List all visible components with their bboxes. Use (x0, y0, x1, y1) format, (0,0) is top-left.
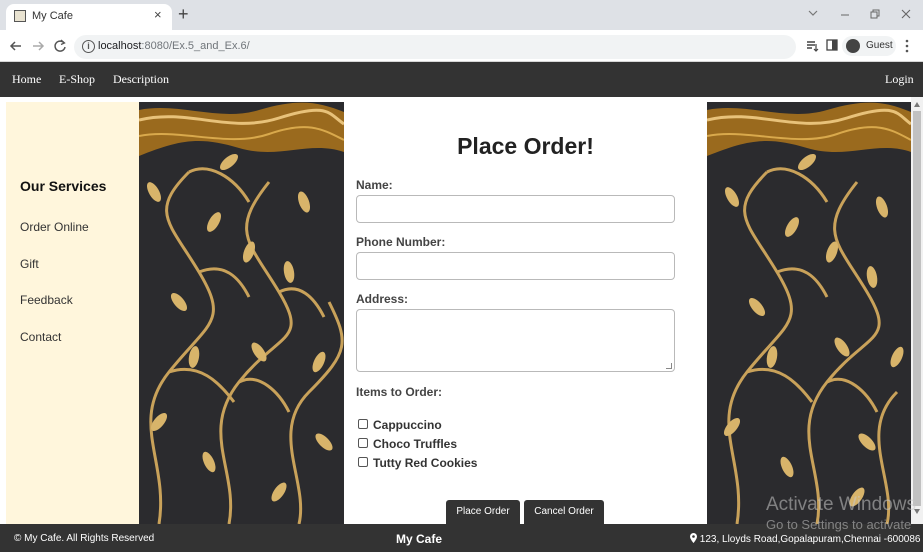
scroll-up-icon[interactable] (914, 102, 920, 107)
items-label: Items to Order: (356, 385, 443, 399)
name-input[interactable] (356, 195, 675, 223)
address-textarea[interactable] (356, 309, 675, 372)
browser-tabbar: My Cafe × + (0, 0, 923, 30)
side-panel-icon[interactable] (826, 39, 838, 51)
location-pin-icon (690, 533, 697, 543)
order-form: Place Order! Name: Phone Number: Address… (344, 102, 707, 524)
page-content: Our Services Order Online Gift Feedback … (0, 97, 911, 524)
nav-home-link[interactable]: Home (12, 72, 41, 87)
sidebar-item-gift[interactable]: Gift (20, 257, 39, 271)
close-window-icon[interactable] (901, 9, 911, 19)
place-order-button[interactable]: Place Order (446, 500, 520, 524)
reading-list-icon[interactable] (806, 39, 819, 52)
back-arrow-icon[interactable] (9, 39, 23, 53)
nav-login-link[interactable]: Login (885, 72, 914, 87)
reload-icon[interactable] (53, 39, 67, 53)
sidebar-heading: Our Services (20, 178, 107, 194)
name-label: Name: (356, 178, 393, 192)
url-omnibox[interactable]: i localhost:8080/Ex.5_and_Ex.6/ (74, 35, 796, 59)
avatar-icon (846, 39, 860, 53)
url-host: localhost (98, 40, 142, 52)
cancel-order-button[interactable]: Cancel Order (524, 500, 604, 524)
choco-truffles-label[interactable]: Choco Truffles (373, 437, 457, 451)
decorative-pattern-right (707, 102, 911, 524)
sidebar-item-feedback[interactable]: Feedback (20, 293, 73, 307)
info-icon[interactable]: i (82, 40, 95, 53)
activate-windows-subtext: Go to Settings to activate (766, 517, 912, 532)
cappuccino-label[interactable]: Cappuccino (373, 418, 442, 432)
address-label: Address: (356, 292, 409, 306)
scroll-thumb[interactable] (913, 111, 921, 506)
page-scrollbar[interactable] (911, 97, 923, 524)
minimize-icon[interactable] (840, 10, 850, 20)
restore-icon[interactable] (870, 9, 880, 19)
url-text[interactable]: localhost:8080/Ex.5_and_Ex.6/ (98, 40, 250, 52)
choco-truffles-checkbox[interactable] (358, 438, 368, 448)
cappuccino-checkbox[interactable] (358, 419, 368, 429)
tab-close-icon[interactable]: × (154, 7, 162, 22)
page-title: Place Order! (457, 133, 594, 159)
new-tab-icon[interactable]: + (178, 4, 189, 25)
decorative-pattern-left (139, 102, 344, 524)
nav-description-link[interactable]: Description (113, 72, 169, 87)
phone-input[interactable] (356, 252, 675, 280)
profile-button[interactable]: Guest (842, 36, 896, 56)
phone-label: Phone Number: (356, 235, 446, 249)
footer-address: 123, Lloyds Road,Gopalapuram,Chennai -60… (699, 534, 921, 545)
activate-windows-watermark: Activate Windows (766, 494, 916, 515)
profile-label: Guest (866, 40, 893, 51)
nav-eshop-link[interactable]: E-Shop (59, 72, 95, 87)
footer-address-block: 123, Lloyds Road,Gopalapuram,Chennai -60… (690, 533, 921, 545)
tab-title: My Cafe (32, 10, 73, 22)
kebab-menu-icon[interactable] (904, 39, 910, 53)
resize-grip-icon[interactable] (666, 363, 672, 369)
forward-arrow-icon[interactable] (31, 39, 45, 53)
services-sidebar: Our Services Order Online Gift Feedback … (6, 102, 139, 524)
sidebar-item-order-online[interactable]: Order Online (20, 220, 89, 234)
address-bar: i localhost:8080/Ex.5_and_Ex.6/ Guest (0, 30, 923, 62)
sidebar-item-contact[interactable]: Contact (20, 330, 61, 344)
favicon-icon (14, 10, 26, 22)
tab-search-icon[interactable] (808, 8, 818, 18)
tutty-red-cookies-checkbox[interactable] (358, 457, 368, 467)
site-navbar: Home E-Shop Description Login (0, 62, 923, 97)
url-path: :8080/Ex.5_and_Ex.6/ (141, 40, 250, 52)
browser-tab[interactable]: My Cafe × (6, 4, 172, 30)
tutty-red-cookies-label[interactable]: Tutty Red Cookies (373, 456, 477, 470)
